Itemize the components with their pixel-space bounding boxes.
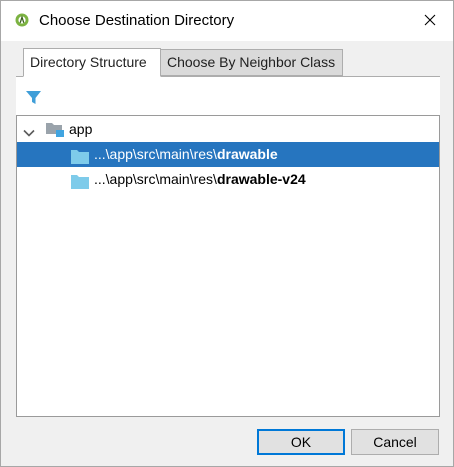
close-icon [424,13,436,29]
tree-root-label: app [69,121,93,137]
directory-tree[interactable]: app ...\app\src\main\res\drawable ...\ap… [16,115,440,417]
tree-row-app[interactable]: app [17,117,439,142]
tab-choose-by-neighbor-class[interactable]: Choose By Neighbor Class [160,49,343,76]
tree-row-drawable-v24[interactable]: ...\app\src\main\res\drawable-v24 [17,167,439,192]
module-folder-icon [45,121,65,138]
dialog-buttons: OK Cancel [1,429,453,455]
title-bar[interactable]: Choose Destination Directory [1,1,453,41]
close-button[interactable] [407,1,453,41]
tab-directory-structure[interactable]: Directory Structure [23,48,161,77]
chevron-down-icon[interactable] [22,123,36,137]
tab-content-panel: app ...\app\src\main\res\drawable ...\ap… [16,76,440,417]
tree-item-path: ...\app\src\main\res\drawable-v24 [94,171,306,187]
android-studio-icon [15,13,29,27]
tree-row-drawable[interactable]: ...\app\src\main\res\drawable [17,142,439,167]
window-title: Choose Destination Directory [39,12,235,29]
ok-button[interactable]: OK [257,429,345,455]
folder-icon [71,147,89,164]
folder-icon [71,172,89,189]
dialog-window: Choose Destination Directory Directory S… [0,0,454,467]
cancel-button[interactable]: Cancel [351,429,439,455]
filter-icon[interactable] [24,88,44,108]
tree-item-path: ...\app\src\main\res\drawable [94,146,278,162]
